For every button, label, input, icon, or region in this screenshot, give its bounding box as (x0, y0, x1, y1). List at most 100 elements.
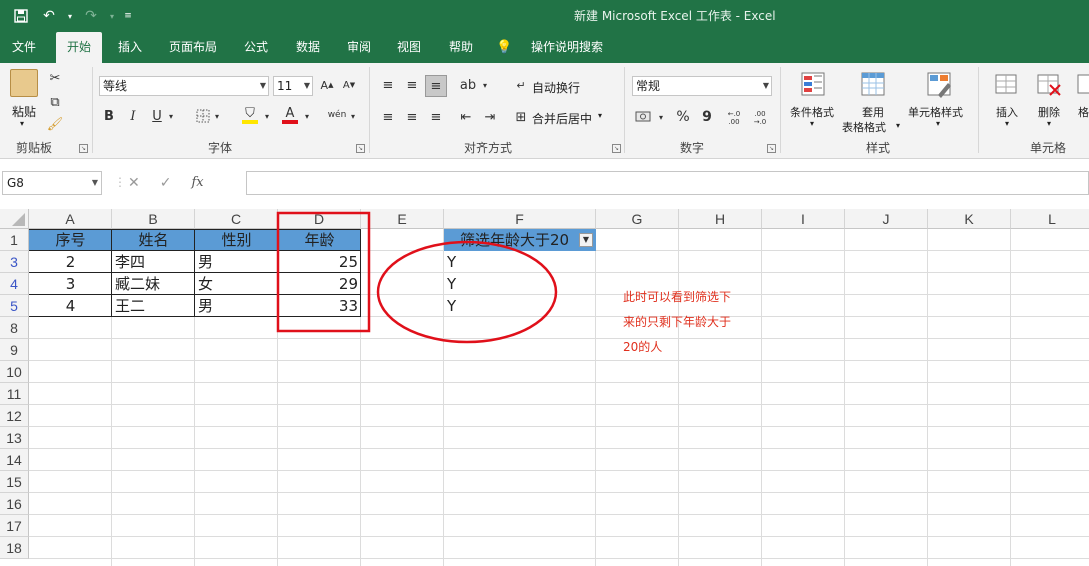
align-right-icon[interactable]: ≡ (426, 107, 446, 127)
tab-review[interactable]: 审阅 (338, 32, 380, 63)
underline-button[interactable]: U (148, 107, 166, 125)
undo-dropdown-icon[interactable]: ▾ (66, 6, 74, 26)
decrease-font-icon[interactable]: A ▼ (340, 76, 358, 94)
paste-button[interactable]: 粘贴 (12, 103, 36, 120)
decrease-indent-icon[interactable]: ⇤ (456, 107, 476, 127)
tab-formulas[interactable]: 公式 (236, 32, 276, 63)
clipboard-launcher-icon[interactable]: ↘ (79, 144, 88, 153)
phonetic-icon[interactable]: wén (326, 105, 348, 125)
orientation-icon[interactable]: ab (458, 75, 478, 95)
increase-decimal-icon[interactable]: ←.0 .00 (724, 107, 744, 129)
accounting-format-icon[interactable] (632, 107, 654, 127)
copy-icon[interactable]: ⧉ (46, 93, 64, 111)
ribbon-tabs: 文件 开始 插入 页面布局 公式 数据 审阅 视图 帮助 💡 操作说明搜索 (0, 32, 1089, 63)
insert-dropdown-icon[interactable]: ▾ (1005, 119, 1009, 128)
highlight-rectangle (276, 211, 371, 333)
comma-style-button[interactable]: 9 (698, 107, 716, 127)
chevron-down-icon: ▼ (762, 81, 769, 90)
cell-styles-icon[interactable] (926, 71, 954, 99)
tab-help[interactable]: 帮助 (440, 32, 482, 63)
enter-icon[interactable]: ✓ (160, 171, 172, 195)
bold-button[interactable]: B (100, 107, 118, 125)
number-format-select[interactable]: 常规 ▼ (632, 76, 772, 96)
percent-button[interactable]: % (674, 107, 692, 127)
tab-file[interactable]: 文件 (4, 32, 44, 63)
fill-color-icon[interactable]: ⛉ (240, 105, 260, 125)
tab-data[interactable]: 数据 (286, 32, 330, 63)
italic-button[interactable]: I (124, 107, 142, 125)
align-top-icon[interactable]: ≡ (378, 75, 398, 95)
delete-dropdown-icon[interactable]: ▾ (1047, 119, 1051, 128)
align-bottom-icon[interactable]: ≡ (425, 75, 447, 97)
format-as-table-button[interactable]: 表格格式 (842, 119, 886, 135)
wrap-text-button[interactable]: 自动换行 (532, 79, 580, 96)
group-separator (780, 67, 781, 153)
name-box-value: G8 (7, 176, 24, 190)
underline-dropdown-icon[interactable]: ▾ (166, 107, 176, 125)
customize-qat-icon[interactable]: ≡ (122, 6, 134, 26)
merge-center-button[interactable]: 合并后居中 (532, 110, 592, 127)
font-launcher-icon[interactable]: ↘ (356, 144, 365, 153)
formula-bar: G8 ▼ ⋮ ✕ ✓ fx (0, 159, 1089, 209)
format-as-table-icon[interactable] (860, 71, 888, 99)
cancel-icon[interactable]: ✕ (128, 171, 140, 195)
tab-insert[interactable]: 插入 (110, 32, 150, 63)
phonetic-dropdown-icon[interactable]: ▾ (348, 107, 358, 125)
number-launcher-icon[interactable]: ↘ (767, 144, 776, 153)
font-name-value: 等线 (103, 79, 128, 93)
paste-icon[interactable] (10, 69, 38, 97)
format-cells-icon[interactable] (1076, 71, 1089, 99)
insert-cells-icon[interactable] (994, 71, 1022, 99)
format-as-table-line1[interactable]: 套用 (862, 104, 884, 120)
conditional-dropdown-icon[interactable]: ▾ (810, 119, 814, 128)
save-icon[interactable] (10, 6, 32, 26)
wrap-text-icon[interactable]: ↵ (512, 75, 530, 95)
fill-color-dropdown-icon[interactable]: ▾ (262, 107, 272, 125)
tab-page-layout[interactable]: 页面布局 (160, 32, 226, 63)
name-box[interactable]: G8 ▼ (2, 171, 102, 195)
align-middle-icon[interactable]: ≡ (402, 75, 422, 95)
cut-icon[interactable]: ✂ (46, 69, 64, 87)
insert-cells-button[interactable]: 插入 (996, 104, 1018, 120)
delete-cells-icon[interactable] (1036, 71, 1064, 99)
font-size-select[interactable]: 11 ▼ (273, 76, 313, 96)
cells-group-label: 单元格 (1030, 141, 1067, 155)
border-icon[interactable] (194, 107, 212, 125)
cell-styles-dropdown-icon[interactable]: ▾ (936, 119, 940, 128)
tab-home[interactable]: 开始 (56, 32, 102, 63)
annotation-text: 此时可以看到筛选下 来的只剩下年龄大于 20的人 (623, 285, 753, 360)
increase-font-icon[interactable]: A ▲ (318, 76, 336, 94)
format-cells-button[interactable]: 格 (1078, 104, 1089, 120)
cell-styles-button[interactable]: 单元格样式 (908, 104, 963, 120)
orientation-dropdown-icon[interactable]: ▾ (480, 75, 490, 95)
font-color-dropdown-icon[interactable]: ▾ (302, 107, 312, 125)
accounting-dropdown-icon[interactable]: ▾ (656, 107, 666, 127)
merge-dropdown-icon[interactable]: ▾ (598, 111, 602, 120)
font-size-value: 11 (277, 79, 293, 93)
formula-input[interactable] (246, 171, 1089, 195)
insert-function-icon[interactable]: fx (191, 171, 203, 195)
align-left-icon[interactable]: ≡ (378, 107, 398, 127)
delete-cells-button[interactable]: 删除 (1038, 104, 1060, 120)
format-painter-icon[interactable]: 🖌 (46, 115, 64, 133)
merge-center-icon[interactable]: ⊞ (512, 107, 530, 127)
decrease-decimal-icon[interactable]: .00 →.0 (750, 107, 770, 129)
redo-icon[interactable]: ↷ (80, 6, 102, 26)
conditional-formatting-icon[interactable] (800, 71, 828, 99)
conditional-formatting-button[interactable]: 条件格式 (790, 104, 834, 120)
annotation-line: 20的人 (623, 340, 663, 354)
font-color-icon[interactable]: A (280, 105, 300, 125)
alignment-launcher-icon[interactable]: ↘ (612, 144, 621, 153)
format-as-table-dropdown-icon[interactable]: ▾ (896, 121, 900, 130)
increase-indent-icon[interactable]: ⇥ (480, 107, 500, 127)
align-center-icon[interactable]: ≡ (402, 107, 422, 127)
number-group-label: 数字 (680, 141, 705, 155)
paste-dropdown-icon[interactable]: ▾ (20, 119, 24, 128)
undo-icon[interactable]: ↶ (38, 6, 60, 26)
tell-me-search[interactable]: 操作说明搜索 (522, 32, 612, 63)
redo-dropdown-icon[interactable]: ▾ (108, 6, 116, 26)
font-name-select[interactable]: 等线 ▼ (99, 76, 269, 96)
tab-view[interactable]: 视图 (388, 32, 430, 63)
border-dropdown-icon[interactable]: ▾ (212, 107, 222, 125)
alignment-group-label: 对齐方式 (464, 141, 513, 155)
